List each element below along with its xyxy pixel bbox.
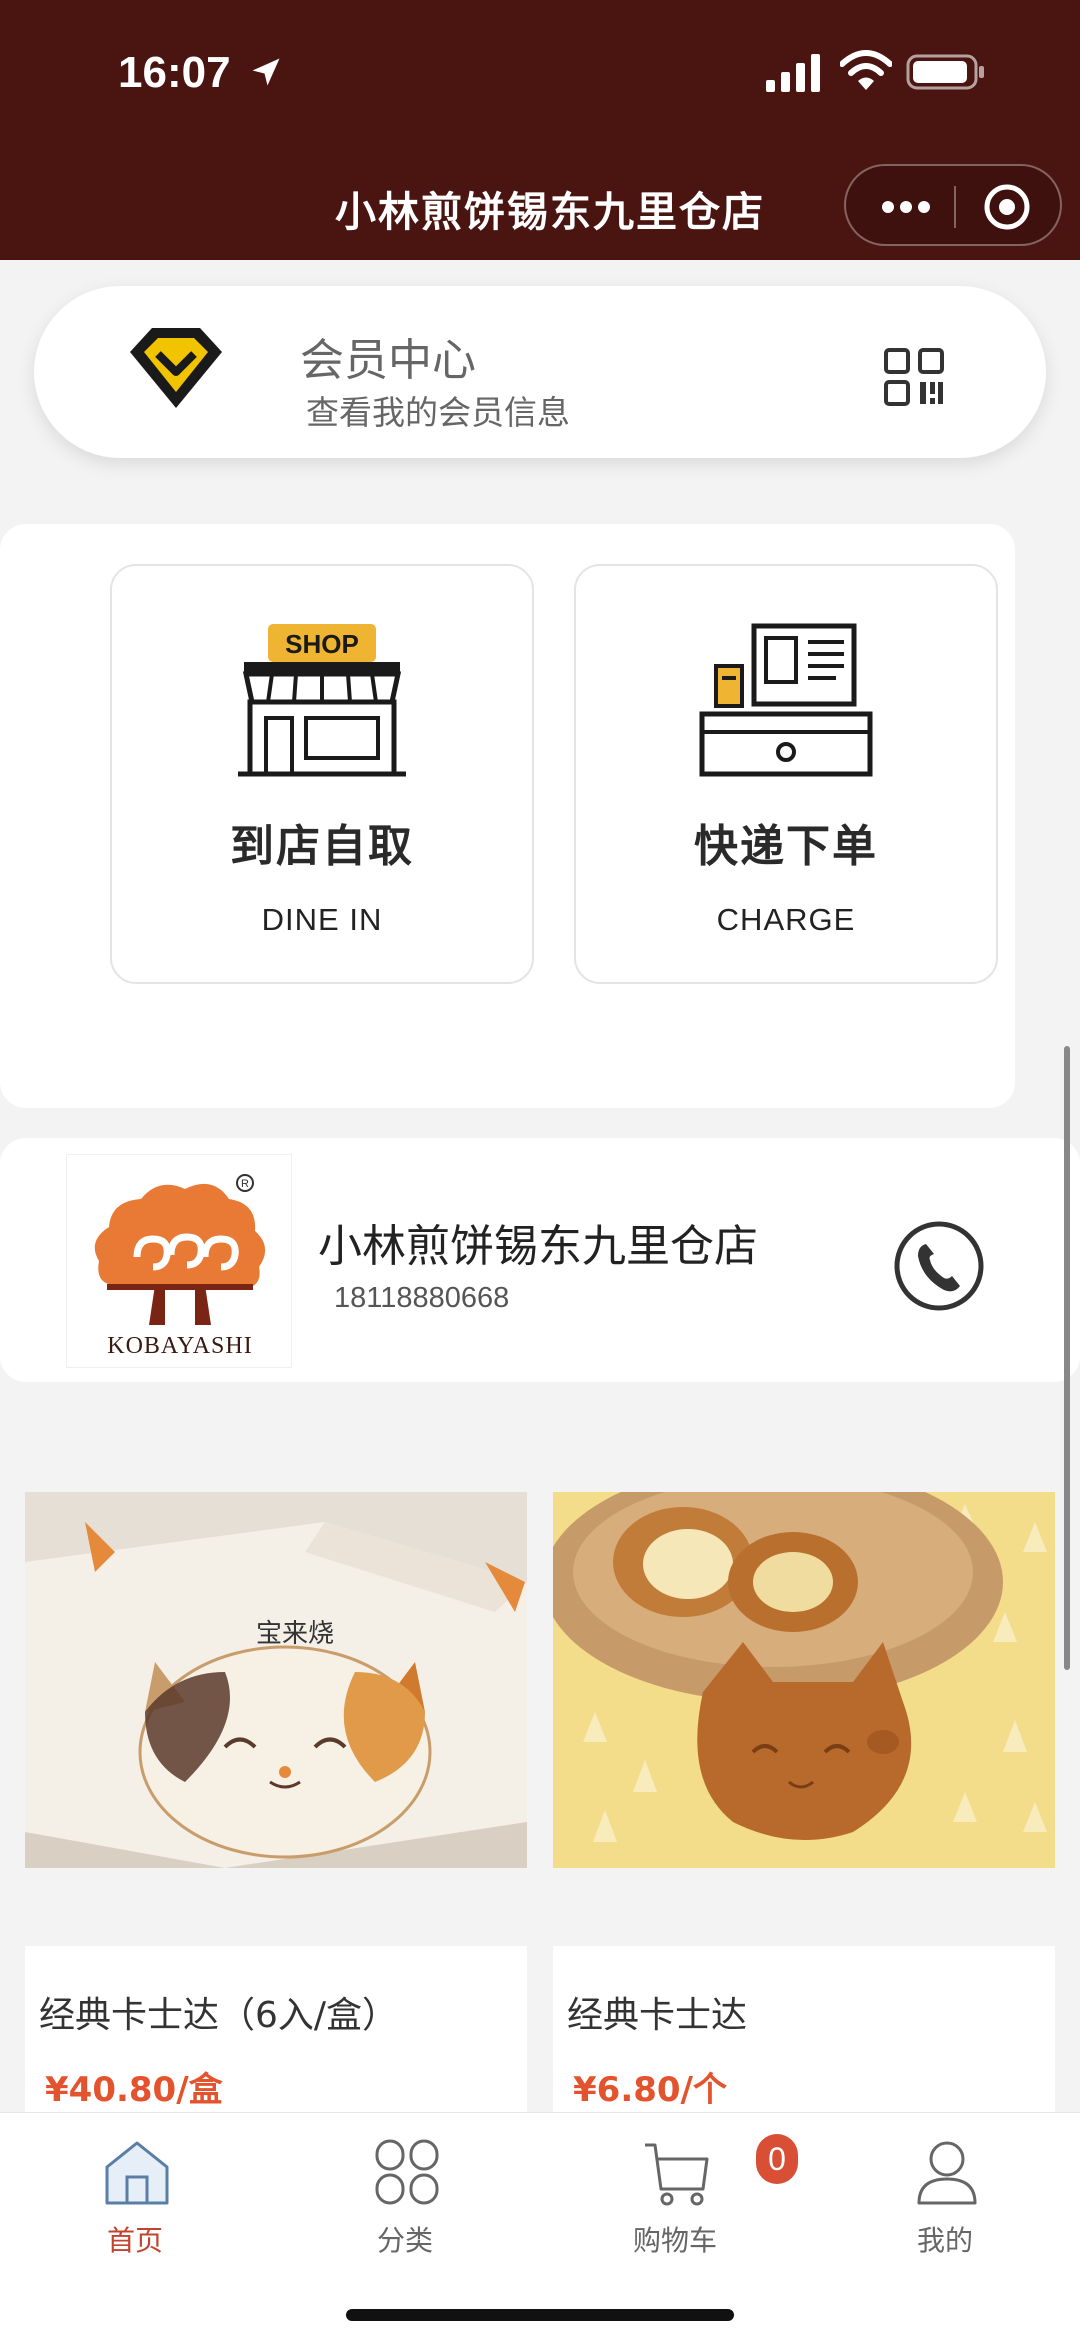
diamond-vip-icon (130, 328, 222, 408)
tab-label: 我的 (916, 2224, 973, 2257)
tab-label: 首页 (106, 2224, 163, 2257)
cash-register-icon (699, 623, 873, 777)
product-image-custard-box[interactable]: 宝来烧 (25, 1492, 527, 1868)
product-price: ¥6.80/个 (573, 2070, 727, 2110)
product-name: 经典卡士达 (567, 1995, 748, 2036)
dine-in-card[interactable]: SHOP 到店自取 DINE IN (110, 564, 534, 984)
store-info-card: R KOBAYASHI 小林煎饼锡东九里仓店 18118880668 (0, 1138, 1080, 1382)
location-arrow-icon (252, 58, 280, 86)
box-text: 宝来烧 (256, 1619, 334, 1649)
signal-icon (766, 54, 820, 92)
tab-label: 购物车 (632, 2224, 717, 2257)
member-center-card[interactable]: 会员中心 查看我的会员信息 (34, 286, 1046, 458)
shop-sign-text: SHOP (285, 629, 359, 659)
product-name: 经典卡士达（6入/盒） (39, 1995, 399, 2036)
tab-cart[interactable]: 购物车 (575, 2123, 775, 2263)
battery-icon (906, 54, 984, 90)
delivery-card[interactable]: 快递下单 CHARGE (574, 564, 998, 984)
capsule-divider (954, 186, 956, 228)
wifi-icon (840, 50, 892, 90)
tab-label: 分类 (376, 2224, 433, 2257)
tab-category[interactable]: 分类 (305, 2123, 505, 2263)
cart-icon (645, 2143, 709, 2206)
miniprogram-capsule (844, 164, 1062, 246)
status-time: 16:07 (118, 48, 231, 97)
store-name: 小林煎饼锡东九里仓店 (318, 1221, 758, 1272)
cart-count-badge: 0 (756, 2134, 798, 2184)
product-image-custard-single[interactable] (553, 1492, 1055, 1868)
tab-mine[interactable]: 我的 (845, 2123, 1045, 2263)
bottom-tab-bar: 首页 分类 购物车 我的 (0, 2112, 1080, 2341)
product-price: ¥40.80/盒 (45, 2070, 223, 2110)
delivery-subtitle: CHARGE (716, 902, 856, 937)
user-icon (917, 2141, 977, 2205)
store-logo: R KOBAYASHI (66, 1154, 292, 1368)
service-panel: SHOP 到店自取 DINE IN 快递下单 CHARGE (0, 524, 1015, 1108)
dine-in-title: 到店自取 (230, 821, 414, 872)
member-subtitle: 查看我的会员信息 (306, 393, 570, 432)
status-bar: 16:07 (0, 0, 1080, 140)
store-phone: 18118880668 (334, 1282, 510, 1314)
tab-home[interactable]: 首页 (35, 2123, 235, 2263)
more-icon[interactable] (878, 192, 934, 222)
close-miniprogram-icon[interactable] (982, 182, 1032, 232)
qr-code-icon[interactable] (884, 348, 946, 406)
home-indicator (346, 2309, 734, 2321)
phone-call-icon[interactable] (892, 1218, 986, 1314)
home-icon (105, 2141, 169, 2205)
scrollbar[interactable] (1064, 1046, 1070, 1670)
header-bar: 16:07 小林煎饼锡东九里仓店 (0, 0, 1080, 260)
shop-icon: SHOP (238, 624, 406, 777)
category-icon (375, 2139, 439, 2205)
dine-in-subtitle: DINE IN (261, 902, 383, 937)
member-title: 会员中心 (300, 335, 476, 386)
svg-text:R: R (241, 1178, 249, 1190)
logo-text: KOBAYASHI (107, 1333, 252, 1359)
delivery-title: 快递下单 (694, 821, 878, 872)
